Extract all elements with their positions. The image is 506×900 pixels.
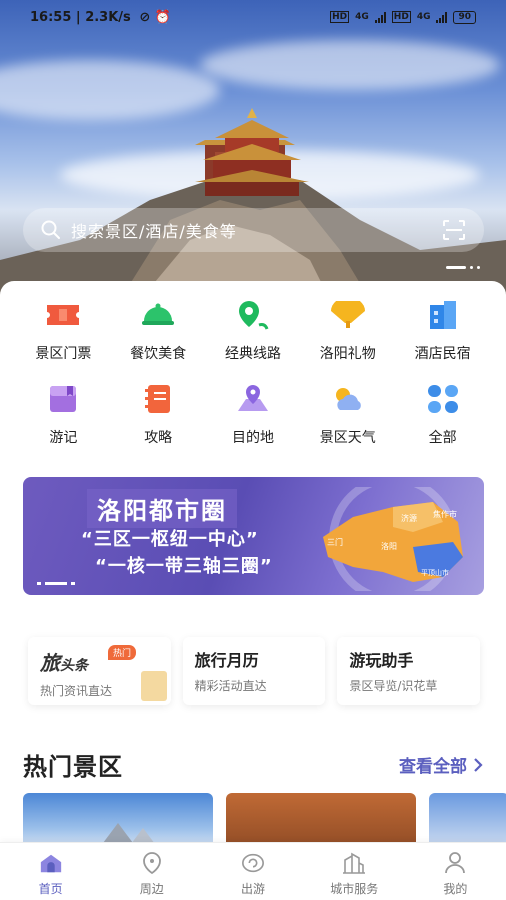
card-title: 旅行月历 xyxy=(194,651,259,670)
search-icon xyxy=(41,220,60,239)
tab-city-services[interactable]: 城市服务 xyxy=(304,843,405,900)
category-item-all[interactable]: 全部 xyxy=(395,379,490,447)
scenic-thumb-2[interactable] xyxy=(226,793,416,843)
banner-indicator xyxy=(37,582,75,585)
tab-travel[interactable]: 出游 xyxy=(202,843,303,900)
region-map: 济源 焦作市 三门 洛阳 平顶山市 xyxy=(323,487,463,591)
signal-icon-2 xyxy=(436,11,448,23)
card-title: 游玩助手 xyxy=(349,651,414,670)
category-item-gifts[interactable]: 洛阳礼物 xyxy=(300,295,395,363)
network-type-1: 4G xyxy=(355,12,369,22)
category-item-destination[interactable]: 目的地 xyxy=(206,379,301,447)
ticket-icon xyxy=(43,295,83,335)
travel-icon xyxy=(241,851,265,875)
scan-icon[interactable] xyxy=(442,219,466,241)
weather-icon xyxy=(328,379,368,419)
banner-title: 洛阳都市圈 xyxy=(87,489,237,528)
category-item-weather[interactable]: 景区天气 xyxy=(300,379,395,447)
map-label-jiyuan: 济源 xyxy=(401,513,417,523)
category-grid: 景区门票 餐饮美食 经典线路 洛阳礼物 酒店民宿 游记 攻略 目的地 景区天气 … xyxy=(0,295,506,447)
scenic-thumb-1[interactable] xyxy=(23,793,213,843)
guide-icon xyxy=(138,379,178,419)
map-label-sanmen: 三门 xyxy=(327,537,343,547)
hd-icon: HD xyxy=(330,11,350,23)
notebook-icon xyxy=(43,379,83,419)
signal-icon xyxy=(374,11,386,23)
newspaper-icon xyxy=(140,671,167,701)
main-content: 景区门票 餐饮美食 经典线路 洛阳礼物 酒店民宿 游记 攻略 目的地 景区天气 … xyxy=(0,281,506,900)
tab-nearby[interactable]: 周边 xyxy=(101,843,202,900)
map-label-luoyang: 洛阳 xyxy=(381,541,397,551)
category-item-food[interactable]: 餐饮美食 xyxy=(111,295,206,363)
banner-line-2: “一核一带三轴三圈” xyxy=(95,556,273,577)
tab-home[interactable]: 首页 xyxy=(0,843,101,900)
status-speed: 2.3K/s xyxy=(85,9,131,25)
network-type-2: 4G xyxy=(416,12,431,22)
fan-icon xyxy=(328,295,368,335)
category-item-routes[interactable]: 经典线路 xyxy=(206,295,301,363)
category-item-tickets[interactable]: 景区门票 xyxy=(16,295,111,363)
location-icon xyxy=(233,379,273,419)
hero-banner[interactable]: 16:55 | 2.3K/s ⊘ ⏰ HD 4G HD 4G 90 搜索景区/酒… xyxy=(0,0,506,300)
search-placeholder: 搜索景区/酒店/美食等 xyxy=(71,222,237,241)
mute-icon: ⊘ xyxy=(139,9,151,25)
promo-banner[interactable]: 洛阳都市圈 “三区一枢纽一中心” “一核一带三轴三圈” 济源 焦作市 三门 洛阳… xyxy=(23,477,484,595)
card-subtitle: 景区导览/识花草 xyxy=(349,679,438,693)
hot-badge: 热门 xyxy=(108,645,137,660)
search-bar[interactable]: 搜索景区/酒店/美食等 xyxy=(23,208,484,252)
bottom-tab-bar: 首页 周边 出游 城市服务 我的 xyxy=(0,842,506,900)
city-icon xyxy=(342,851,366,875)
banner-line-1: “三区一枢纽一中心” xyxy=(81,529,259,550)
profile-icon xyxy=(443,851,467,875)
card-subtitle: 精彩活动直达 xyxy=(194,679,267,693)
route-icon xyxy=(233,295,273,335)
pagoda-image xyxy=(195,108,309,196)
battery-icon: 90 xyxy=(453,10,476,24)
calendar-card[interactable]: 旅行月历 精彩活动直达 xyxy=(182,637,326,705)
hd-icon-2: HD xyxy=(391,11,411,23)
tab-profile[interactable]: 我的 xyxy=(405,843,506,900)
map-label-jiaozuo: 焦作市 xyxy=(433,509,457,519)
view-all-link[interactable]: 查看全部 xyxy=(399,752,483,777)
scenic-thumb-3[interactable] xyxy=(429,793,506,843)
section-title: 热门景区 xyxy=(23,753,123,781)
alarm-icon: ⏰ xyxy=(154,9,171,25)
assistant-card[interactable]: 游玩助手 景区导览/识花草 xyxy=(337,637,481,705)
nearby-icon xyxy=(140,851,164,875)
home-icon xyxy=(39,851,63,875)
headline-card[interactable]: 旅头条 热门 热门资讯直达 xyxy=(28,637,171,705)
carousel-indicator xyxy=(446,266,480,269)
hot-scenic-header: 热门景区 查看全部 xyxy=(23,747,483,782)
feature-cards: 旅头条 热门 热门资讯直达 旅行月历 精彩活动直达 游玩助手 景区导览/识花草 xyxy=(28,637,481,705)
chevron-right-icon xyxy=(474,757,483,772)
scenic-thumbnails xyxy=(23,793,506,843)
grid-icon xyxy=(423,379,463,419)
hotel-icon xyxy=(423,295,463,335)
map-label-pingdingshan: 平顶山市 xyxy=(421,568,449,577)
category-item-travelogue[interactable]: 游记 xyxy=(16,379,111,447)
category-item-guides[interactable]: 攻略 xyxy=(111,379,206,447)
status-time: 16:55 xyxy=(30,9,72,25)
category-item-hotels[interactable]: 酒店民宿 xyxy=(395,295,490,363)
status-bar: 16:55 | 2.3K/s ⊘ ⏰ HD 4G HD 4G 90 xyxy=(0,0,506,34)
dish-icon xyxy=(138,295,178,335)
